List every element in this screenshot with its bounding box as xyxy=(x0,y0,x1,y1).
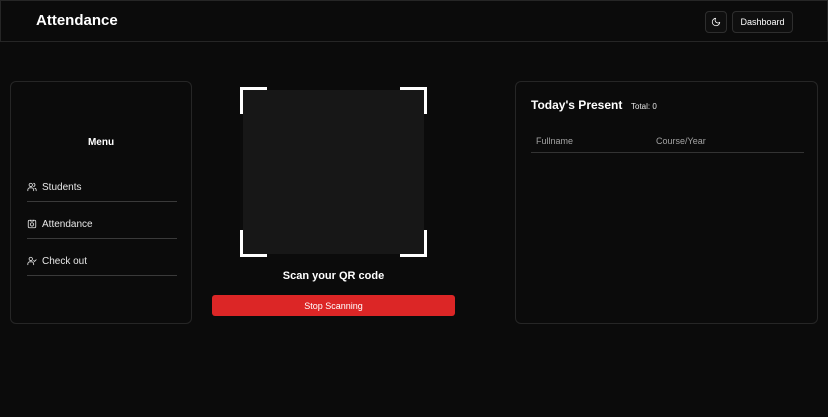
camera-viewport xyxy=(243,90,424,254)
menu-item-label: Attendance xyxy=(42,219,93,230)
menu-item-attendance[interactable]: Attendance xyxy=(27,219,177,239)
menu-title: Menu xyxy=(87,137,115,148)
scanner-corner xyxy=(400,87,427,114)
scan-instruction: Scan your QR code xyxy=(282,270,385,282)
scanner-corner xyxy=(400,230,427,257)
present-title: Today's Present xyxy=(531,98,623,112)
stop-scanning-button[interactable]: Stop Scanning xyxy=(212,295,455,316)
menu-item-label: Students xyxy=(42,182,82,193)
present-card: Today's Present Total: 0 Fullname Course… xyxy=(515,81,818,324)
dashboard-button[interactable]: Dashboard xyxy=(732,11,793,33)
user-check-icon xyxy=(27,256,37,266)
moon-icon xyxy=(711,17,721,27)
theme-toggle-button[interactable] xyxy=(705,11,727,33)
scanner-corner xyxy=(240,230,267,257)
menu-item-students[interactable]: Students xyxy=(27,182,177,202)
top-bar: Attendance Dashboard xyxy=(0,0,828,42)
total-count: Total: 0 xyxy=(631,102,657,111)
menu-card: Menu Students Attendance Check out xyxy=(10,81,192,324)
app-title: Attendance xyxy=(36,12,118,29)
column-header-course-year: Course/Year xyxy=(656,136,706,146)
table-header: Fullname Course/Year xyxy=(531,133,804,153)
qr-scanner[interactable] xyxy=(240,87,427,257)
menu-item-label: Check out xyxy=(42,256,88,267)
column-header-fullname: Fullname xyxy=(536,136,574,146)
scanner-corner xyxy=(240,87,267,114)
users-icon xyxy=(27,182,37,192)
camera-icon xyxy=(27,219,37,229)
menu-item-check-out[interactable]: Check out xyxy=(27,256,177,276)
